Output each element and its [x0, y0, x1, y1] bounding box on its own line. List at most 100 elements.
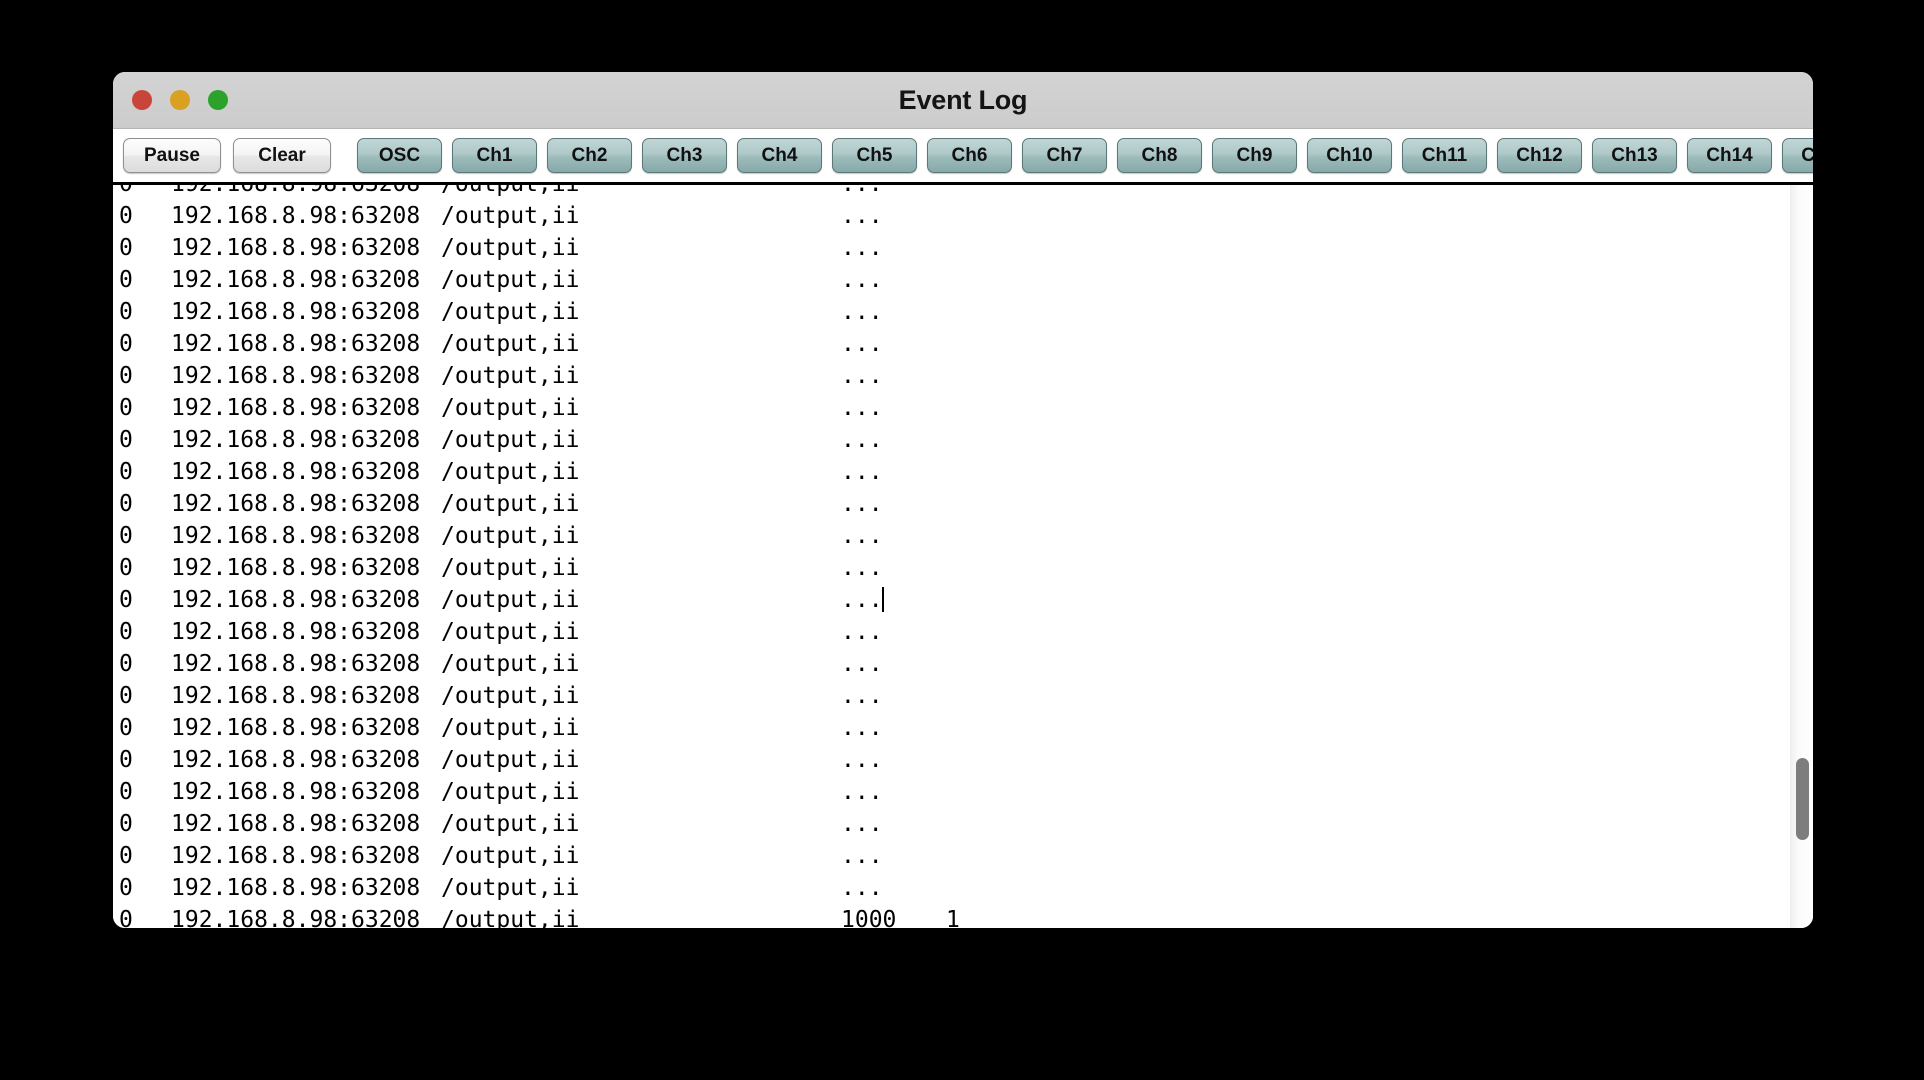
log-row-index: 0	[119, 619, 133, 645]
log-row-message: /output,ii	[441, 235, 580, 261]
log-row-message: /output,ii	[441, 747, 580, 773]
log-row-arg1: ...	[841, 875, 883, 901]
log-row[interactable]: 0192.168.8.98:63208/output,ii...	[113, 296, 1813, 328]
log-row-message: /output,ii	[441, 427, 580, 453]
log-row-message: /output,ii	[441, 811, 580, 837]
log-row-message: /output,ii	[441, 523, 580, 549]
log-row[interactable]: 0192.168.8.98:63208/output,ii...	[113, 744, 1813, 776]
log-row-source: 192.168.8.98:63208	[171, 779, 421, 805]
clear-button[interactable]: Clear	[233, 138, 331, 173]
channel-button-ch3[interactable]: Ch3	[642, 138, 727, 173]
log-row-message: /output,ii	[441, 267, 580, 293]
log-row-source: 192.168.8.98:63208	[171, 331, 421, 357]
text-cursor	[881, 587, 884, 612]
channel-button-ch6[interactable]: Ch6	[927, 138, 1012, 173]
log-row-message: /output,ii	[441, 875, 580, 901]
log-row[interactable]: 0192.168.8.98:63208/output,ii...	[113, 200, 1813, 232]
log-row[interactable]: 0 192.168.8.98:63208/output,ii...	[113, 328, 1813, 360]
log-row-message: /output,ii	[441, 555, 580, 581]
log-row[interactable]: 0192.168.8.98:63208/output,ii...	[113, 872, 1813, 904]
log-row-source: 192.168.8.98:63208	[171, 427, 421, 453]
log-row-arg1: ...	[841, 651, 883, 677]
log-row-source: 192.168.8.98:63208	[171, 491, 421, 517]
log-row[interactable]: 0192.168.8.98:63208/output,ii...	[113, 232, 1813, 264]
log-row-message: /output,ii	[441, 459, 580, 485]
log-row[interactable]: 0192.168.8.98:63208/output,ii...	[113, 264, 1813, 296]
log-row-message: /output,ii	[441, 331, 580, 357]
log-row[interactable]: 0 192.168.8.98:63208/output,ii 1000 1	[113, 904, 1813, 928]
channel-button-ch5[interactable]: Ch5	[832, 138, 917, 173]
pause-button[interactable]: Pause	[123, 138, 221, 173]
log-row-message: /output,ii	[441, 491, 580, 517]
log-row-source: 192.168.8.98:63208	[171, 651, 421, 677]
log-row-index: 0	[119, 715, 133, 741]
log-row-source: 192.168.8.98:63208	[171, 907, 421, 928]
log-row[interactable]: 0 192.168.8.98:63208/output,ii...	[113, 680, 1813, 712]
log-row-index: 0	[119, 299, 133, 325]
log-row-index: 0	[119, 587, 133, 613]
log-row-message: /output,ii	[441, 203, 580, 229]
channel-button-ch12[interactable]: Ch12	[1497, 138, 1582, 173]
log-row[interactable]: 0192.168.8.98:63208/output,ii...	[113, 424, 1813, 456]
log-row-index: 0	[119, 747, 133, 773]
channel-button-ch13[interactable]: Ch13	[1592, 138, 1677, 173]
log-row[interactable]: 0192.168.8.98:63208/output,ii...	[113, 552, 1813, 584]
log-row-index: 0	[119, 875, 133, 901]
log-row-arg1: ...	[841, 185, 946, 200]
log-row[interactable]: 0192.168.8.98:63208/output,ii...	[113, 648, 1813, 680]
log-row[interactable]: 0192.168.8.98:63208/output,ii...	[113, 185, 1813, 200]
log-row-arg1: ...	[841, 747, 883, 773]
log-row-message: /output,ii	[441, 587, 580, 613]
log-row[interactable]: 0192.168.8.98:63208/output,ii...	[113, 840, 1813, 872]
log-row[interactable]: 0192.168.8.98:63208/output,ii...	[113, 776, 1813, 808]
log-row[interactable]: 0192.168.8.98:63208/output,ii...	[113, 616, 1813, 648]
log-row-message: /output,ii	[441, 907, 580, 928]
log-row[interactable]: 0192.168.8.98:63208/output,ii...	[113, 360, 1813, 392]
log-row[interactable]: 0192.168.8.98:63208/output,ii...	[113, 712, 1813, 744]
log-row-message: /output,ii	[441, 185, 841, 200]
log-row-source: 192.168.8.98:63208	[171, 299, 421, 325]
log-row-index: 0	[119, 331, 133, 357]
log-row-arg1: ...	[841, 459, 883, 485]
log-row-source: 192.168.8.98:63208	[171, 459, 421, 485]
log-row[interactable]: 0192.168.8.98:63208/output,ii...	[113, 488, 1813, 520]
channel-button-ch1[interactable]: Ch1	[452, 138, 537, 173]
log-row-index: 0	[119, 491, 133, 517]
toolbar: Pause Clear OSC Ch1 Ch2 Ch3 Ch4 Ch5 Ch6 Ch7 Ch8 Ch9…	[113, 129, 1813, 185]
channel-button-ch2[interactable]: Ch2	[547, 138, 632, 173]
log-row[interactable]: 0192.168.8.98:63208/output,ii...	[113, 584, 1813, 616]
log-row-arg1: ...	[841, 267, 883, 293]
channel-button-ch9[interactable]: Ch9	[1212, 138, 1297, 173]
log-row-source: 192.168.8.98:63208	[171, 363, 421, 389]
log-row[interactable]: 0192.168.8.98:63208/output,ii...	[113, 808, 1813, 840]
log-row-arg1: ...	[841, 235, 883, 261]
log-row-arg1: ...	[841, 587, 883, 613]
channel-button-ch15[interactable]: Ch15	[1782, 138, 1813, 173]
log-row-source: 192.168.8.98:63208	[171, 267, 421, 293]
log-row-arg1: ...	[841, 555, 883, 581]
log-row-arg1: ...	[841, 683, 883, 709]
channel-button-osc[interactable]: OSC	[357, 138, 442, 173]
channel-button-ch7[interactable]: Ch7	[1022, 138, 1107, 173]
channel-button-ch14[interactable]: Ch14	[1687, 138, 1772, 173]
log-pane[interactable]: 0 192.168.8.98:63208/output,ii... 0 192.168…	[113, 185, 1813, 928]
log-row-index: 0	[119, 427, 133, 453]
log-row-index: 0	[119, 555, 133, 581]
log-row-arg1: ...	[841, 331, 883, 357]
log-row-index: 0	[119, 843, 133, 869]
log-row-message: /output,ii	[441, 683, 580, 709]
vertical-scrollbar[interactable]	[1790, 185, 1813, 928]
scrollbar-thumb[interactable]	[1796, 758, 1809, 840]
channel-button-ch10[interactable]: Ch10	[1307, 138, 1392, 173]
log-row-message: /output,ii	[441, 715, 580, 741]
log-row-source: 192.168.8.98:63208	[171, 683, 421, 709]
log-row-source: 192.168.8.98:63208	[171, 811, 421, 837]
log-row[interactable]: 0192.168.8.98:63208/output,ii...	[113, 520, 1813, 552]
channel-button-ch4[interactable]: Ch4	[737, 138, 822, 173]
log-row-index: 0	[119, 683, 133, 709]
log-rows-container: 0 192.168.8.98:63208/output,ii... 0 192.168…	[113, 185, 1813, 928]
channel-button-ch11[interactable]: Ch11	[1402, 138, 1487, 173]
log-row[interactable]: 0192.168.8.98:63208/output,ii...	[113, 392, 1813, 424]
log-row[interactable]: 0192.168.8.98:63208/output,ii...	[113, 456, 1813, 488]
channel-button-ch8[interactable]: Ch8	[1117, 138, 1202, 173]
